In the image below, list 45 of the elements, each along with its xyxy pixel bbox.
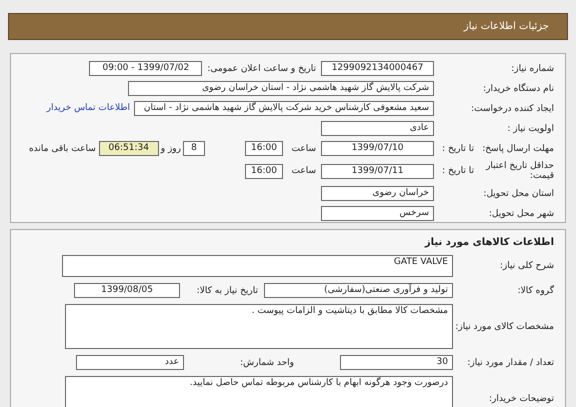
value-field: 1399/07/10 — [321, 141, 434, 156]
field-label: مشخصات کالای مورد نیاز: — [454, 320, 554, 332]
field-label: شماره نیاز: — [510, 62, 554, 74]
value-field: تولید و فرآوری صنعتی(سفارشی) — [264, 283, 453, 298]
header-title: جزئیات اطلاعات نیاز — [464, 20, 549, 34]
field-label: اولویت نیاز : — [506, 122, 554, 134]
contact-link[interactable]: اطلاعات تماس خریدار — [46, 102, 130, 116]
field-label: مهلت ارسال پاسخ: — [481, 142, 554, 154]
value-field: 30 — [340, 355, 453, 370]
field-label: استان محل تحویل: — [482, 188, 554, 200]
field-label: حداقل تاریخ اعتبار قیمت: — [484, 161, 554, 181]
field-label: تا تاریخ : — [441, 165, 474, 177]
value-field: خراسان رضوی — [321, 186, 434, 201]
value-field: 16:00 — [245, 164, 283, 178]
field-label: ساعت باقی مانده — [28, 142, 96, 154]
value-field: 1399/08/05 — [74, 283, 180, 298]
field-label: واحد شمارش: — [239, 356, 294, 368]
field-label: تا تاریخ : — [441, 142, 474, 154]
field-label: تعداد / مقدار مورد نیاز: — [466, 356, 554, 368]
value-field: عادی — [321, 121, 434, 136]
field-label: شرح کلی نیاز: — [498, 260, 554, 272]
field-label: توضیحات خریدار: — [488, 392, 554, 404]
value-field: 06:51:34 — [98, 141, 159, 156]
section-title: اطلاعات کالاهای مورد نیاز — [424, 237, 554, 249]
field-label: ایجاد کننده درخواست: — [470, 102, 554, 114]
value-field: 8 — [183, 141, 205, 156]
value-field: مشخصات کالا مطابق با دیتاشیت و الزامات پیوست . — [65, 304, 453, 349]
field-label: تاریخ نیاز به کالا: — [196, 284, 258, 296]
field-label: روز و — [160, 142, 181, 154]
field-label: نام دستگاه خریدار: — [482, 82, 554, 94]
value-field: سرخس — [321, 206, 434, 221]
field-label: گروه کالا: — [516, 284, 554, 296]
value-field: درصورت وجود هرگونه ابهام با کارشناس مربوطه تماس حاصل نمایید. — [65, 376, 453, 407]
value-field: سعید مشعوفی کارشناس خرید شرکت پالایش گاز شهید هاشمی نژاد - استان — [134, 101, 434, 116]
value-field: 1399/07/02 - 09:00 — [89, 61, 202, 76]
field-label: شهر محل تحویل: — [488, 208, 554, 220]
field-label: تاریخ و ساعت اعلان عمومی: — [207, 62, 316, 74]
value-field: 1299092134000467 — [321, 61, 434, 76]
field-label: ساعت — [290, 165, 316, 177]
value-field: عدد — [76, 355, 184, 370]
value-field: شرکت پالایش گاز شهید هاشمی نژاد - استان خراسان رضوی — [128, 81, 434, 96]
value-field: 1399/07/11 — [321, 164, 434, 178]
value-field: GATE VALVE — [62, 255, 453, 277]
field-label: ساعت — [290, 142, 316, 154]
value-field: 16:00 — [245, 141, 283, 156]
